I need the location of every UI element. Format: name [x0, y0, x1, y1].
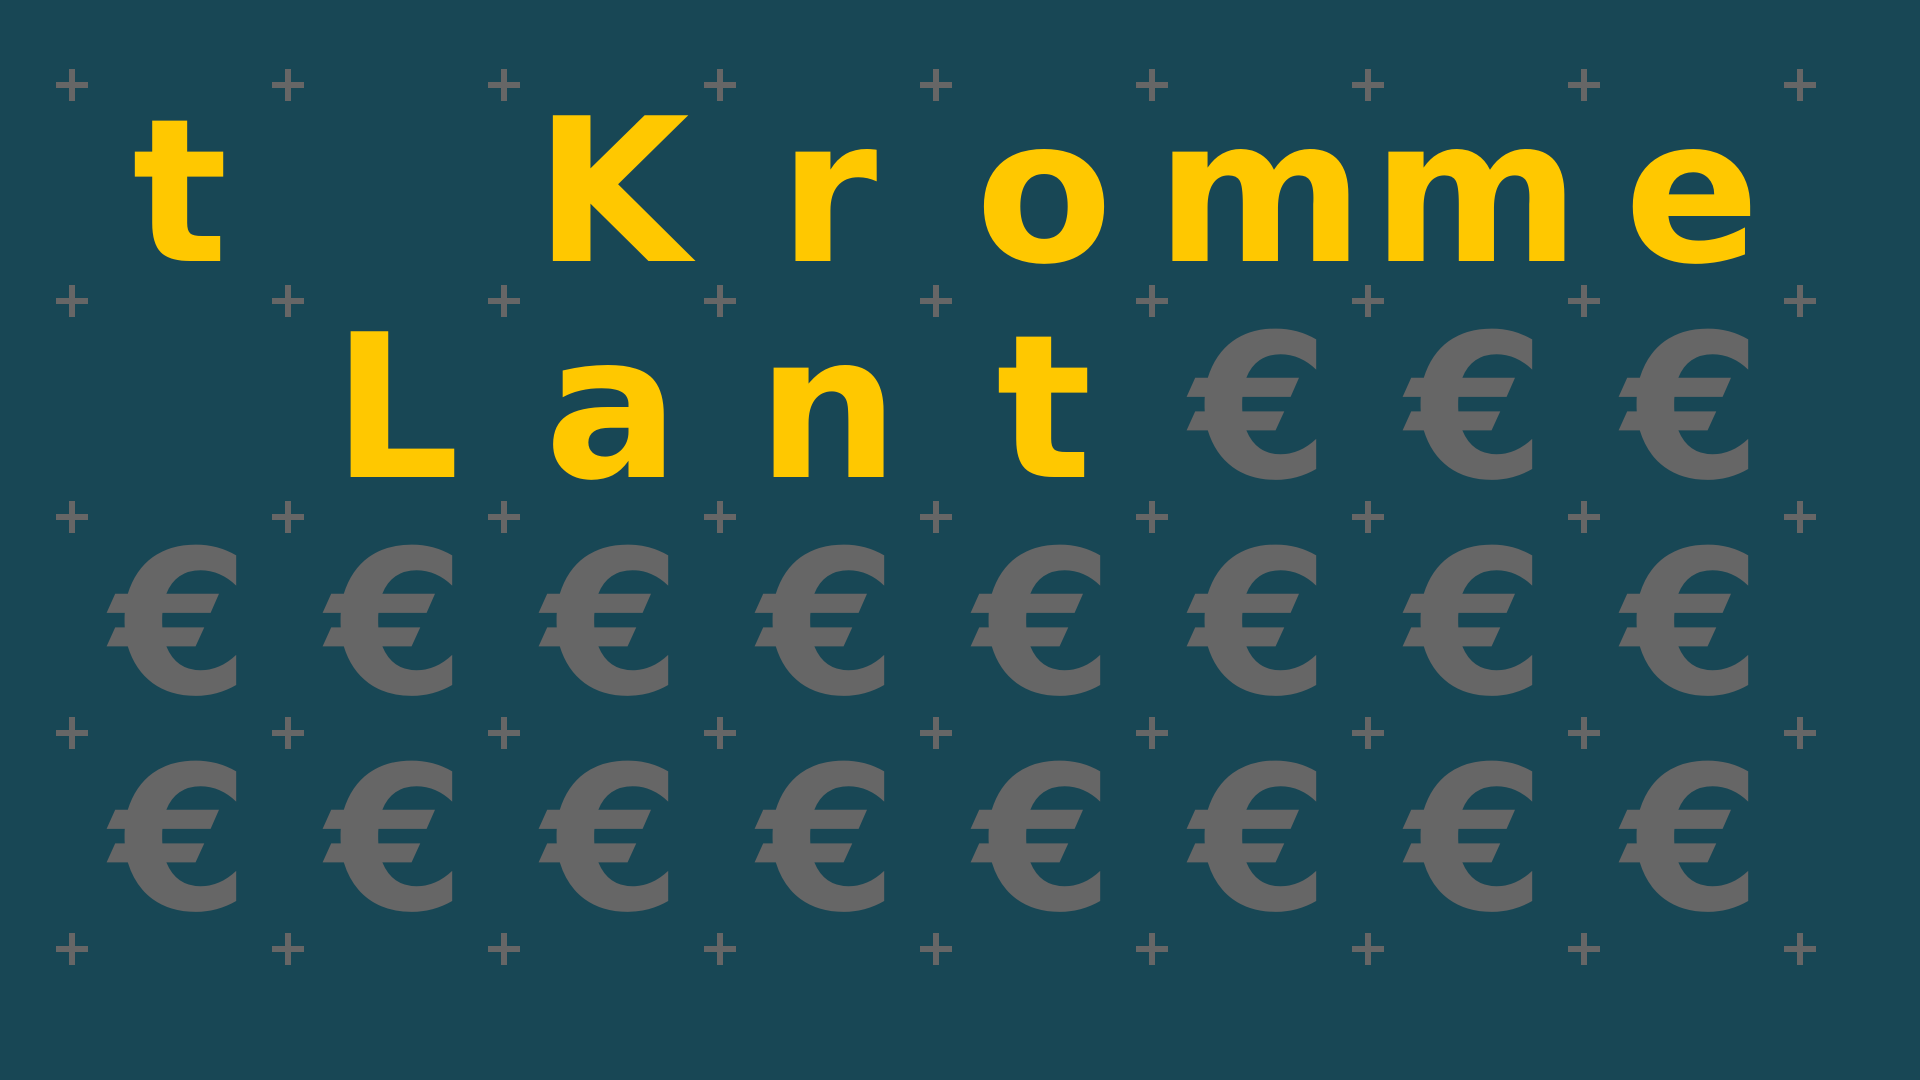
- euro-icon: €: [1190, 724, 1330, 957]
- euro-icon: €: [1406, 292, 1546, 525]
- euro-icon: €: [1622, 724, 1762, 957]
- grid-letter: K: [534, 76, 690, 309]
- grid-letter: r: [778, 76, 878, 309]
- grid-letter: m: [1371, 76, 1581, 309]
- grid-letter: n: [756, 292, 900, 525]
- grid-letter: o: [975, 76, 1113, 309]
- euro-icon: €: [326, 724, 466, 957]
- grid-letter: t: [132, 76, 228, 309]
- euro-icon: €: [974, 724, 1114, 957]
- grid-letter: m: [1155, 76, 1365, 309]
- euro-icon: €: [110, 508, 250, 741]
- euro-icon: €: [542, 508, 682, 741]
- euro-icon: €: [974, 508, 1114, 741]
- euro-icon: €: [758, 724, 898, 957]
- grid-letter: L: [332, 292, 460, 525]
- euro-icon: €: [326, 508, 466, 741]
- euro-icon: €: [1190, 508, 1330, 741]
- grid-letter: e: [1624, 76, 1760, 309]
- euro-icon: €: [1406, 508, 1546, 741]
- euro-icon: €: [542, 724, 682, 957]
- grid-letter: a: [544, 292, 680, 525]
- euro-icon: €: [758, 508, 898, 741]
- euro-icon: €: [1622, 292, 1762, 525]
- euro-icon: €: [110, 724, 250, 957]
- euro-icon: €: [1622, 508, 1762, 741]
- euro-icon: €: [1406, 724, 1546, 957]
- grid-letter: t: [996, 292, 1092, 525]
- euro-icon: €: [1190, 292, 1330, 525]
